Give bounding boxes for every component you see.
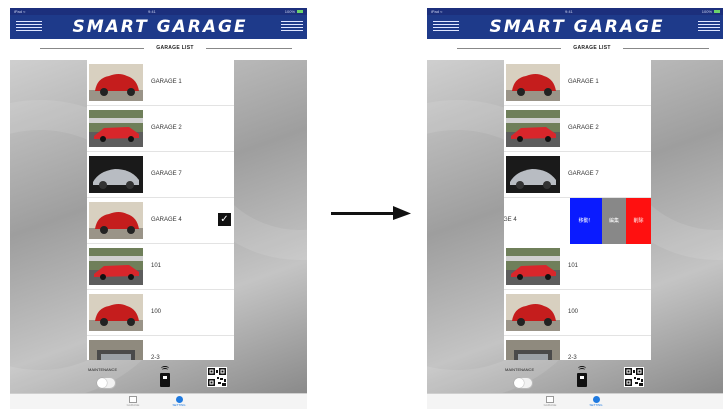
car-thumbnail [89, 340, 143, 360]
page-title: GARAGE LIST [156, 45, 194, 51]
list-item-swiped[interactable]: GE 4 ✓ 移動！ 編集 削除 [504, 198, 651, 244]
tab-setting[interactable]: SETTING [164, 395, 194, 409]
garage-name: GARAGE 7 [568, 171, 599, 177]
list-item[interactable]: GARAGE 7 [504, 152, 651, 198]
bottom-controls: MAINTENANCE [10, 360, 307, 393]
maintenance-toggle[interactable] [96, 377, 116, 389]
tab-bar: GARAGE SETTING [10, 393, 307, 409]
status-bar: iPad ≈ 9:41 100% [10, 8, 307, 15]
subheader-rule-left [40, 48, 144, 49]
list-item[interactable]: 101 [504, 244, 651, 290]
garage-name: 2-3 [568, 355, 577, 360]
screen-after: iPad ≈ 9:41 100% SMART GARAGE GARAGE LIS… [427, 8, 723, 409]
car-thumbnail [506, 110, 560, 147]
list-item[interactable]: 100 [87, 290, 234, 336]
car-thumbnail [89, 64, 143, 101]
garage-name: 101 [151, 263, 162, 269]
app-header: SMART GARAGE [10, 15, 307, 39]
car-thumbnail [89, 248, 143, 285]
car-thumbnail [89, 156, 143, 193]
right-arrow-icon [331, 206, 411, 220]
nfc-reader-icon[interactable] [158, 366, 172, 388]
qr-code-icon[interactable] [624, 367, 644, 387]
battery-icon [297, 10, 303, 14]
garage-name: GARAGE 1 [568, 79, 599, 85]
edit-button[interactable]: 編集 [602, 198, 626, 244]
status-carrier: iPad ≈ [431, 9, 443, 14]
garage-name: GARAGE 4 [151, 217, 182, 223]
battery-icon [714, 10, 720, 14]
list-item[interactable]: 2-3 [504, 336, 651, 360]
status-battery: 100% [702, 8, 720, 15]
garage-name: 100 [151, 309, 162, 315]
subheader-rule-right [623, 48, 709, 49]
list-icon [129, 396, 137, 403]
car-thumbnail [506, 64, 560, 101]
list-subheader: GARAGE LIST [10, 39, 307, 60]
bottom-controls: MAINTENANCE [427, 360, 723, 393]
tab-garage[interactable]: GARAGE [535, 395, 565, 409]
header-lines-right [698, 21, 720, 33]
subheader-rule-right [206, 48, 292, 49]
nfc-reader-icon[interactable] [575, 366, 589, 388]
car-thumbnail [506, 156, 560, 193]
header-lines-left [433, 21, 459, 33]
move-button[interactable]: 移動！ [570, 198, 602, 244]
page-title: GARAGE LIST [573, 45, 611, 51]
maintenance-label: MAINTENANCE [88, 367, 118, 372]
list-item[interactable]: GARAGE 7 [87, 152, 234, 198]
gear-icon [592, 396, 600, 403]
header-lines-left [16, 21, 42, 33]
header-lines-right [281, 21, 303, 33]
car-thumbnail [89, 110, 143, 147]
car-thumbnail [506, 248, 560, 285]
app-title: SMART GARAGE [72, 17, 248, 37]
qr-code-icon[interactable] [207, 367, 227, 387]
status-bar: iPad ≈ 9:41 100% [427, 8, 723, 15]
tab-garage[interactable]: GARAGE [118, 395, 148, 409]
garage-list[interactable]: GARAGE 1 GARAGE 2 GARAGE 7 GE 4 ✓ 移動！ 編集… [504, 60, 651, 360]
delete-button[interactable]: 削除 [626, 198, 651, 244]
list-icon [546, 396, 554, 403]
list-subheader: GARAGE LIST [427, 39, 723, 60]
list-item[interactable]: 100 [504, 290, 651, 336]
garage-name: 101 [568, 263, 579, 269]
list-item-selected[interactable]: GARAGE 4 ✓ [87, 198, 234, 244]
list-item[interactable]: GARAGE 2 [504, 106, 651, 152]
garage-name: GARAGE 2 [151, 125, 182, 131]
garage-name: GARAGE 1 [151, 79, 182, 85]
screen-before: iPad ≈ 9:41 100% SMART GARAGE GARAGE LIS… [10, 8, 307, 409]
garage-name: GARAGE 2 [568, 125, 599, 131]
subheader-rule-left [457, 48, 561, 49]
list-item[interactable]: GARAGE 2 [87, 106, 234, 152]
status-time: 9:41 [148, 9, 156, 14]
checkmark-icon[interactable]: ✓ [218, 213, 231, 226]
tab-setting[interactable]: SETTING [581, 395, 611, 409]
list-item[interactable]: GARAGE 1 [504, 60, 651, 106]
app-header: SMART GARAGE [427, 15, 723, 39]
garage-name: 100 [568, 309, 579, 315]
status-carrier: iPad ≈ [14, 9, 26, 14]
car-thumbnail [89, 202, 143, 239]
status-battery: 100% [285, 8, 303, 15]
garage-name: GE 4 [504, 217, 517, 223]
car-thumbnail [506, 340, 560, 360]
tab-bar: GARAGE SETTING [427, 393, 723, 409]
list-item[interactable]: 2-3 [87, 336, 234, 360]
gear-icon [175, 396, 183, 403]
list-item[interactable]: 101 [87, 244, 234, 290]
maintenance-toggle[interactable] [513, 377, 533, 389]
car-thumbnail [89, 294, 143, 331]
maintenance-label: MAINTENANCE [505, 367, 535, 372]
list-item[interactable]: GARAGE 1 [87, 60, 234, 106]
garage-name: GARAGE 7 [151, 171, 182, 177]
status-time: 9:41 [565, 9, 573, 14]
garage-list[interactable]: GARAGE 1 GARAGE 2 GARAGE 7 GARAGE 4 ✓ 10… [87, 60, 234, 360]
garage-name: 2-3 [151, 355, 160, 360]
app-title: SMART GARAGE [489, 17, 665, 37]
car-thumbnail [506, 294, 560, 331]
